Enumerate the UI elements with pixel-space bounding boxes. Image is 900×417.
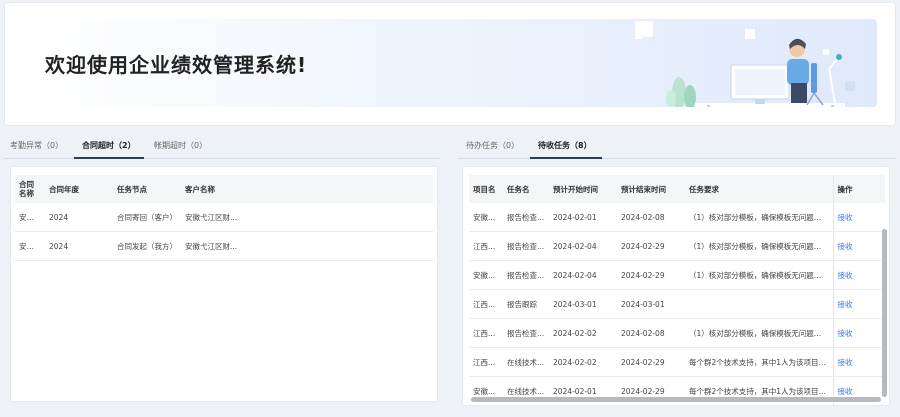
column-header: 任务节点 bbox=[113, 175, 181, 203]
task-requirement-cell bbox=[685, 289, 833, 319]
welcome-title: 欢迎使用企业绩效管理系统! bbox=[45, 53, 308, 77]
column-header: 客户名称 bbox=[181, 175, 433, 203]
table-header-row: 项目名 任务名 预计开始时间 预计结束时间 任务要求 操作 bbox=[469, 175, 885, 203]
contract-name-cell: 安徽... bbox=[15, 203, 45, 232]
task-name-cell: 在线技术... bbox=[503, 347, 549, 377]
column-header: 预计开始时间 bbox=[549, 175, 617, 203]
contract-year-cell: 2024 bbox=[45, 203, 113, 232]
tab-contract-overdue[interactable]: 合同超时（2） bbox=[82, 140, 136, 151]
table-header-row: 合同名称 合同年度 任务节点 客户名称 bbox=[15, 175, 433, 203]
project-name-cell: 江西... bbox=[469, 231, 503, 261]
active-tab-indicator bbox=[74, 157, 144, 159]
end-date-cell: 2024-02-29 bbox=[617, 231, 685, 261]
project-name-cell: 安徽... bbox=[469, 260, 503, 290]
customer-name-cell: 安徽弋江区财... bbox=[181, 203, 433, 232]
table-row[interactable]: 安徽... 2024 合同寄回（客户） 安徽弋江区财... bbox=[15, 203, 433, 232]
table-row: 江西... 报告检查... 2024-02-02 2024-02-08 （1）核… bbox=[469, 318, 885, 348]
end-date-cell: 2024-02-29 bbox=[617, 347, 685, 377]
active-tab-indicator bbox=[530, 157, 602, 159]
contract-table: 合同名称 合同年度 任务节点 客户名称 安徽... 2024 合同寄回（客户） … bbox=[15, 175, 433, 261]
task-requirement-cell: （1）核对部分模板，确保模板无问题；（... bbox=[685, 203, 833, 232]
start-date-cell: 2024-03-01 bbox=[549, 289, 617, 319]
receive-link[interactable]: 接收 bbox=[838, 271, 853, 280]
table-row: 安徽... 报告检查... 2024-02-04 2024-02-29 （1）核… bbox=[469, 260, 885, 290]
table-row: 江西... 报告检查... 2024-02-04 2024-02-29 （1）核… bbox=[469, 231, 885, 261]
start-date-cell: 2024-02-02 bbox=[549, 347, 617, 377]
vertical-scrollbar[interactable] bbox=[882, 229, 887, 397]
task-name-cell: 报告检查... bbox=[503, 231, 549, 261]
contract-tab-bar: 考勤异常（0） 合同超时（2） 帐期超时（0） bbox=[4, 134, 440, 159]
column-header: 项目名 bbox=[469, 175, 503, 203]
contract-table-card: 合同名称 合同年度 任务节点 客户名称 安徽... 2024 合同寄回（客户） … bbox=[10, 166, 438, 402]
task-node-cell: 合同寄回（客户） bbox=[113, 203, 181, 232]
task-requirement-cell: 每个群2个技术支持，其中1人为该项目技... bbox=[685, 347, 833, 377]
end-date-cell: 2024-02-08 bbox=[617, 318, 685, 348]
start-date-cell: 2024-02-02 bbox=[549, 318, 617, 348]
column-header: 操作 bbox=[832, 175, 885, 203]
end-date-cell: 2024-02-29 bbox=[617, 260, 685, 290]
task-node-cell: 合同发起（我方） bbox=[113, 231, 181, 261]
project-name-cell: 安徽... bbox=[469, 203, 503, 232]
welcome-banner: 欢迎使用企业绩效管理系统! bbox=[25, 19, 877, 107]
contract-panel: 考勤异常（0） 合同超时（2） 帐期超时（0） 合同名称 合同年度 任务节点 客… bbox=[4, 134, 440, 402]
receive-link[interactable]: 接收 bbox=[838, 300, 853, 309]
office-illustration bbox=[635, 21, 855, 107]
task-requirement-cell: （1）核对部分模板，确保模板无问题；（... bbox=[685, 231, 833, 261]
task-tab-bar: 待办任务（0） 待收任务（8） bbox=[458, 134, 896, 159]
column-header: 合同年度 bbox=[45, 175, 113, 203]
customer-name-cell: 安徽弋江区财... bbox=[181, 231, 433, 261]
column-header: 任务名 bbox=[503, 175, 549, 203]
table-row: 江西... 在线技术... 2024-02-02 2024-02-29 每个群2… bbox=[469, 347, 885, 377]
receive-link[interactable]: 接收 bbox=[838, 358, 853, 367]
end-date-cell: 2024-02-08 bbox=[617, 203, 685, 232]
table-row: 安徽... 报告检查... 2024-02-01 2024-02-08 （1）核… bbox=[469, 203, 885, 232]
start-date-cell: 2024-02-04 bbox=[549, 231, 617, 261]
receive-link[interactable]: 接收 bbox=[838, 213, 853, 222]
contract-year-cell: 2024 bbox=[45, 231, 113, 261]
end-date-cell: 2024-03-01 bbox=[617, 289, 685, 319]
task-name-cell: 报告检查... bbox=[503, 260, 549, 290]
table-row: 江西... 报告跟踪 2024-03-01 2024-03-01 接收 bbox=[469, 289, 885, 319]
task-name-cell: 报告检查... bbox=[503, 318, 549, 348]
start-date-cell: 2024-02-04 bbox=[549, 260, 617, 290]
start-date-cell: 2024-02-01 bbox=[549, 203, 617, 232]
table-row[interactable]: 安徽... 2024 合同发起（我方） 安徽弋江区财... bbox=[15, 231, 433, 261]
task-table: 项目名 任务名 预计开始时间 预计结束时间 任务要求 操作 安徽... 报告检查… bbox=[469, 175, 885, 405]
task-requirement-cell: （1）核对部分模板，确保模板无问题；（... bbox=[685, 318, 833, 348]
welcome-card: 欢迎使用企业绩效管理系统! bbox=[4, 2, 896, 126]
task-name-cell: 报告检查... bbox=[503, 203, 549, 232]
project-name-cell: 江西... bbox=[469, 289, 503, 319]
horizontal-scrollbar[interactable] bbox=[471, 397, 881, 402]
receive-link[interactable]: 接收 bbox=[838, 329, 853, 338]
column-header: 预计结束时间 bbox=[617, 175, 685, 203]
project-name-cell: 江西... bbox=[469, 347, 503, 377]
receive-link[interactable]: 接收 bbox=[838, 387, 853, 396]
tab-receive-tasks[interactable]: 待收任务（8） bbox=[538, 140, 592, 151]
task-table-card: 项目名 任务名 预计开始时间 预计结束时间 任务要求 操作 安徽... 报告检查… bbox=[462, 166, 890, 406]
tab-attendance-exception[interactable]: 考勤异常（0） bbox=[10, 140, 63, 151]
contract-name-cell: 安徽... bbox=[15, 231, 45, 261]
column-header: 合同名称 bbox=[15, 175, 45, 203]
tab-todo-tasks[interactable]: 待办任务（0） bbox=[466, 140, 519, 151]
project-name-cell: 江西... bbox=[469, 318, 503, 348]
tab-billing-overdue[interactable]: 帐期超时（0） bbox=[154, 140, 207, 151]
task-name-cell: 报告跟踪 bbox=[503, 289, 549, 319]
column-header: 任务要求 bbox=[685, 175, 833, 203]
receive-link[interactable]: 接收 bbox=[838, 242, 853, 251]
task-panel: 待办任务（0） 待收任务（8） 项目名 任务名 预计开始时间 预计结束时间 任务… bbox=[458, 134, 896, 406]
task-requirement-cell: （1）核对部分模板，确保模板无问题；（... bbox=[685, 260, 833, 290]
